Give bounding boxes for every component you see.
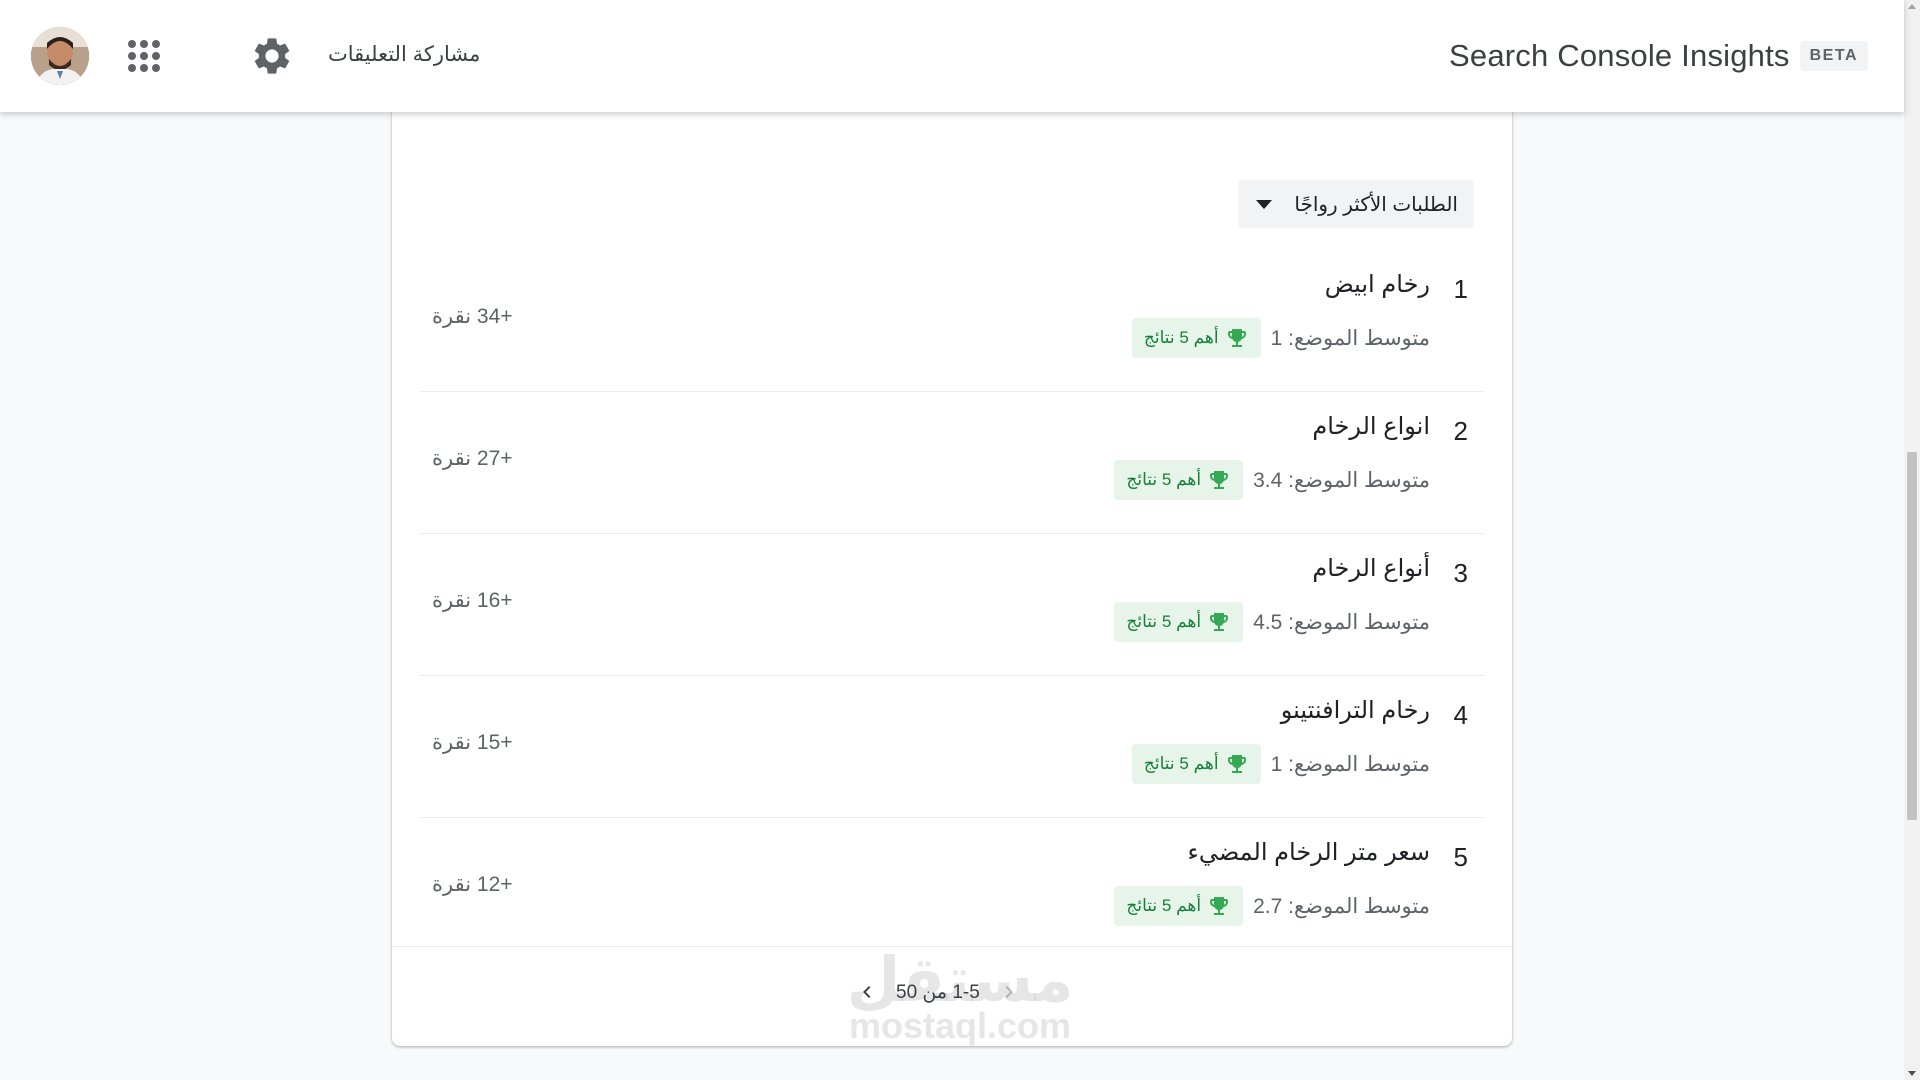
top-5-badge: أهم 5 نتائج — [1114, 886, 1244, 926]
rank-number: 3 — [1453, 558, 1468, 588]
rank-number: 5 — [1453, 842, 1468, 872]
settings-button[interactable] — [250, 34, 294, 78]
top-5-label: أهم 5 نتائج — [1126, 612, 1202, 631]
queries-list: 1 رخام ابيض متوسط الموضع: 1 أهم 5 نتائج … — [420, 250, 1484, 960]
page-scrollbar[interactable] — [1904, 0, 1920, 1080]
previous-page-button[interactable] — [994, 977, 1024, 1007]
queries-type-dropdown[interactable]: الطلبات الأكثر رواجًا — [1238, 180, 1474, 228]
query-text[interactable]: رخام الترافنتينو — [1281, 696, 1430, 725]
scroll-thumb[interactable] — [1907, 452, 1917, 820]
trophy-icon — [1210, 897, 1229, 915]
rank-number: 2 — [1453, 416, 1468, 446]
trophy-icon — [1227, 755, 1246, 773]
query-meta: متوسط الموضع: 2.7 أهم 5 نتائج — [1114, 886, 1430, 926]
top-5-badge: أهم 5 نتائج — [1131, 318, 1261, 358]
trophy-icon — [1210, 613, 1229, 631]
gear-icon — [254, 38, 290, 74]
apps-button[interactable] — [124, 36, 164, 76]
query-meta: متوسط الموضع: 1 أهم 5 نتائج — [1131, 318, 1430, 358]
top-5-badge: أهم 5 نتائج — [1131, 744, 1261, 784]
clicks-count: +16 نقرة — [432, 589, 513, 612]
brand: Search Console Insights BETA — [1449, 38, 1868, 74]
top-queries-card: الطلبات الأكثر رواجًا 1 رخام ابيض متوسط … — [392, 100, 1512, 1046]
rank-number: 4 — [1453, 700, 1468, 730]
top-5-badge: أهم 5 نتائج — [1114, 460, 1244, 500]
list-item: 2 انواع الرخام متوسط الموضع: 3.4 أهم 5 ن… — [420, 392, 1484, 534]
query-text[interactable]: سعر متر الرخام المضيء — [1188, 838, 1430, 867]
share-feedback-link[interactable]: مشاركة التعليقات — [328, 42, 480, 67]
list-item: 3 أنواع الرخام متوسط الموضع: 4.5 أهم 5 ن… — [420, 534, 1484, 676]
caret-down-icon — [1256, 199, 1273, 209]
clicks-count: +15 نقرة — [432, 731, 513, 754]
top-5-label: أهم 5 نتائج — [1126, 470, 1202, 489]
query-text[interactable]: انواع الرخام — [1312, 412, 1430, 441]
clicks-count: +12 نقرة — [432, 873, 513, 896]
query-meta: متوسط الموضع: 3.4 أهم 5 نتائج — [1114, 460, 1430, 500]
rank-number: 1 — [1453, 274, 1468, 304]
chevron-left-icon — [863, 986, 871, 998]
beta-badge: BETA — [1799, 41, 1868, 71]
top-5-label: أهم 5 نتائج — [1126, 896, 1202, 915]
apps-grid-icon — [128, 40, 160, 72]
average-position: متوسط الموضع: 3.4 — [1253, 468, 1430, 492]
top-5-label: أهم 5 نتائج — [1143, 328, 1219, 347]
list-item: 1 رخام ابيض متوسط الموضع: 1 أهم 5 نتائج … — [420, 250, 1484, 392]
clicks-count: +34 نقرة — [432, 305, 513, 328]
query-meta: متوسط الموضع: 4.5 أهم 5 نتائج — [1114, 602, 1430, 642]
avatar-photo-icon — [31, 27, 89, 85]
list-item: 5 سعر متر الرخام المضيء متوسط الموضع: 2.… — [420, 818, 1484, 960]
scroll-up-icon[interactable] — [1908, 4, 1916, 9]
clicks-count: +27 نقرة — [432, 447, 513, 470]
top-5-label: أهم 5 نتائج — [1143, 754, 1219, 773]
average-position: متوسط الموضع: 1 — [1270, 326, 1430, 350]
pagination: 1-5 من 50 — [852, 977, 1024, 1007]
app-header: مشاركة التعليقات Search Console Insights… — [0, 0, 1904, 112]
card-footer: 1-5 من 50 — [392, 946, 1512, 1046]
trophy-icon — [1227, 329, 1246, 347]
query-text[interactable]: رخام ابيض — [1325, 270, 1430, 299]
average-position: متوسط الموضع: 1 — [1270, 752, 1430, 776]
app-title: Search Console Insights — [1449, 38, 1790, 73]
query-meta: متوسط الموضع: 1 أهم 5 نتائج — [1131, 744, 1430, 784]
pagination-range: 1-5 من 50 — [896, 981, 980, 1003]
trophy-icon — [1210, 471, 1229, 489]
list-item: 4 رخام الترافنتينو متوسط الموضع: 1 أهم 5… — [420, 676, 1484, 818]
top-5-badge: أهم 5 نتائج — [1114, 602, 1244, 642]
scroll-down-icon[interactable] — [1908, 1071, 1916, 1076]
chevron-right-icon — [1005, 986, 1013, 998]
average-position: متوسط الموضع: 2.7 — [1253, 894, 1430, 918]
dropdown-label: الطلبات الأكثر رواجًا — [1294, 193, 1458, 216]
average-position: متوسط الموضع: 4.5 — [1253, 610, 1430, 634]
query-text[interactable]: أنواع الرخام — [1312, 554, 1430, 583]
next-page-button[interactable] — [852, 977, 882, 1007]
account-avatar[interactable] — [31, 27, 89, 85]
